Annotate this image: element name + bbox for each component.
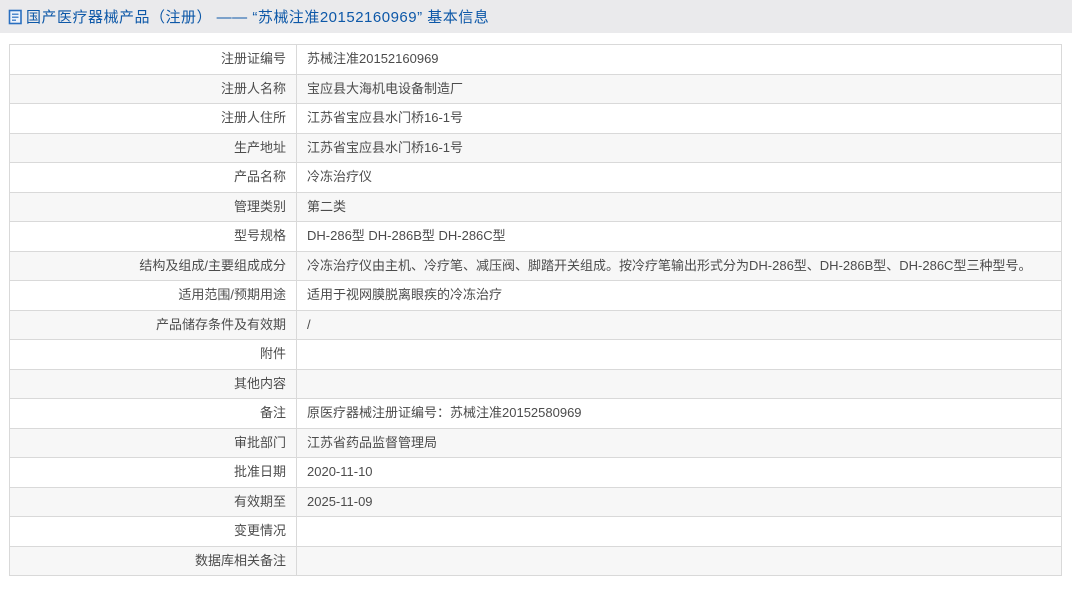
field-label: 变更情况	[10, 517, 297, 547]
field-value: 冷冻治疗仪	[297, 163, 1062, 193]
field-label: 注册人住所	[10, 104, 297, 134]
table-row: 产品名称冷冻治疗仪	[10, 163, 1062, 193]
field-value: 2025-11-09	[297, 487, 1062, 517]
table-row: 批准日期2020-11-10	[10, 458, 1062, 488]
field-value: 适用于视网膜脱离眼疾的冷冻治疗	[297, 281, 1062, 311]
field-label: 附件	[10, 340, 297, 370]
table-row: 适用范围/预期用途适用于视网膜脱离眼疾的冷冻治疗	[10, 281, 1062, 311]
field-label: 审批部门	[10, 428, 297, 458]
table-row: 产品储存条件及有效期/	[10, 310, 1062, 340]
table-row: 其他内容	[10, 369, 1062, 399]
table-row: 结构及组成/主要组成成分冷冻治疗仪由主机、冷疗笔、减压阀、脚踏开关组成。按冷疗笔…	[10, 251, 1062, 281]
field-value: 第二类	[297, 192, 1062, 222]
field-value: 宝应县大海机电设备制造厂	[297, 74, 1062, 104]
field-value: 江苏省宝应县水门桥16-1号	[297, 133, 1062, 163]
field-value: 原医疗器械注册证编号：苏械注准20152580969	[297, 399, 1062, 429]
field-value	[297, 369, 1062, 399]
record-table: 注册证编号苏械注准20152160969注册人名称宝应县大海机电设备制造厂注册人…	[9, 44, 1062, 576]
table-row: 变更情况	[10, 517, 1062, 547]
field-label: 结构及组成/主要组成成分	[10, 251, 297, 281]
table-row: 生产地址江苏省宝应县水门桥16-1号	[10, 133, 1062, 163]
table-row: 审批部门江苏省药品监督管理局	[10, 428, 1062, 458]
table-row: 有效期至2025-11-09	[10, 487, 1062, 517]
field-value	[297, 340, 1062, 370]
table-row: 注册证编号苏械注准20152160969	[10, 45, 1062, 75]
field-label: 有效期至	[10, 487, 297, 517]
field-value: 冷冻治疗仪由主机、冷疗笔、减压阀、脚踏开关组成。按冷疗笔输出形式分为DH-286…	[297, 251, 1062, 281]
field-value: 苏械注准20152160969	[297, 45, 1062, 75]
field-label: 注册人名称	[10, 74, 297, 104]
field-value	[297, 517, 1062, 547]
field-value: 2020-11-10	[297, 458, 1062, 488]
field-label: 产品储存条件及有效期	[10, 310, 297, 340]
field-value: 江苏省宝应县水门桥16-1号	[297, 104, 1062, 134]
field-value: /	[297, 310, 1062, 340]
table-row: 数据库相关备注	[10, 546, 1062, 576]
field-value	[297, 546, 1062, 576]
field-label: 生产地址	[10, 133, 297, 163]
page-header: 国产医疗器械产品（注册） —— “苏械注准20152160969” 基本信息	[0, 0, 1072, 33]
field-value: DH-286型 DH-286B型 DH-286C型	[297, 222, 1062, 252]
table-row: 备注原医疗器械注册证编号：苏械注准20152580969	[10, 399, 1062, 429]
field-label: 管理类别	[10, 192, 297, 222]
field-label: 适用范围/预期用途	[10, 281, 297, 311]
field-label: 注册证编号	[10, 45, 297, 75]
table-row: 注册人住所江苏省宝应县水门桥16-1号	[10, 104, 1062, 134]
table-row: 管理类别第二类	[10, 192, 1062, 222]
field-label: 型号规格	[10, 222, 297, 252]
field-value: 江苏省药品监督管理局	[297, 428, 1062, 458]
record-table-body: 注册证编号苏械注准20152160969注册人名称宝应县大海机电设备制造厂注册人…	[10, 45, 1062, 576]
document-icon	[8, 9, 23, 25]
page-title: 国产医疗器械产品（注册） —— “苏械注准20152160969” 基本信息	[26, 6, 489, 27]
field-label: 数据库相关备注	[10, 546, 297, 576]
table-row: 注册人名称宝应县大海机电设备制造厂	[10, 74, 1062, 104]
table-row: 附件	[10, 340, 1062, 370]
field-label: 批准日期	[10, 458, 297, 488]
table-row: 型号规格DH-286型 DH-286B型 DH-286C型	[10, 222, 1062, 252]
field-label: 其他内容	[10, 369, 297, 399]
field-label: 备注	[10, 399, 297, 429]
field-label: 产品名称	[10, 163, 297, 193]
